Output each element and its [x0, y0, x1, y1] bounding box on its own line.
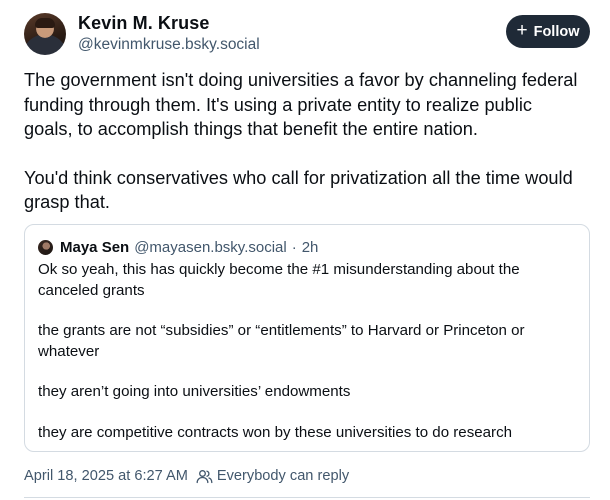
follow-button[interactable]: + Follow: [506, 15, 590, 48]
post-timestamp[interactable]: April 18, 2025 at 6:27 AM: [24, 468, 188, 484]
post-header: Kevin M. Kruse @kevinmkruse.bsky.social …: [24, 13, 590, 57]
quoted-paragraph: Ok so yeah, this has quickly become the …: [38, 261, 520, 299]
quoted-post-header: Maya Sen @mayasen.bsky.social · 2h: [38, 237, 318, 257]
post-meta: April 18, 2025 at 6:27 AM Everybody can …: [24, 466, 349, 486]
quoted-author-avatar[interactable]: [38, 239, 53, 255]
separator-dot: ·: [291, 238, 297, 256]
post-paragraph: You'd think conservatives who call for p…: [24, 167, 573, 213]
post-body: The government isn't doing universities …: [24, 68, 584, 215]
quoted-author-handle[interactable]: @mayasen.bsky.social: [134, 239, 287, 256]
quoted-paragraph: they are competitive contracts won by th…: [38, 423, 513, 441]
post-paragraph: The government isn't doing universities …: [24, 70, 578, 139]
author-name[interactable]: Kevin M. Kruse: [78, 13, 209, 34]
quoted-paragraph: they aren’t going into universities’ end…: [38, 383, 351, 400]
post-container: Kevin M. Kruse @kevinmkruse.bsky.social …: [0, 0, 610, 500]
reply-setting[interactable]: Everybody can reply: [217, 468, 349, 484]
people-icon: [196, 469, 213, 483]
divider: [24, 497, 590, 498]
quoted-post-time[interactable]: 2h: [302, 239, 319, 256]
quoted-author-name[interactable]: Maya Sen: [60, 239, 129, 256]
quoted-post[interactable]: Maya Sen @mayasen.bsky.social · 2h Ok so…: [24, 224, 590, 452]
plus-icon: +: [516, 20, 528, 41]
author-handle[interactable]: @kevinmkruse.bsky.social: [78, 36, 260, 54]
author-avatar[interactable]: [24, 13, 66, 55]
quoted-paragraph: the grants are not “subsidies” or “entit…: [38, 322, 525, 360]
follow-button-label: Follow: [533, 23, 580, 40]
quoted-post-body: Ok so yeah, this has quickly become the …: [38, 260, 578, 443]
